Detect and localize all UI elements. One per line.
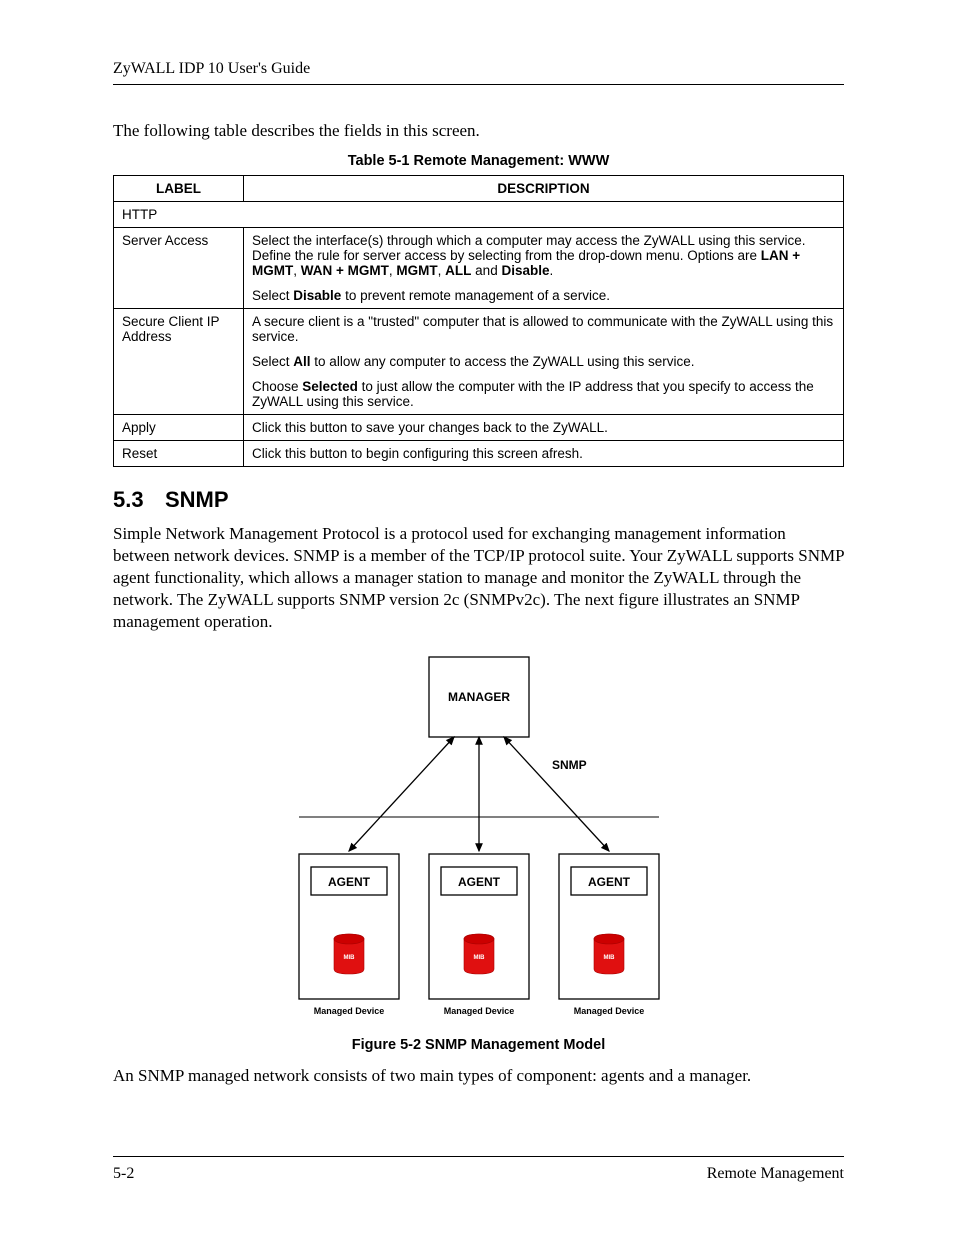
row-label: Apply: [114, 415, 244, 441]
page-footer: 5-2 Remote Management: [113, 1156, 844, 1183]
intro-paragraph: The following table describes the fields…: [113, 121, 844, 141]
table-row: Reset Click this button to begin configu…: [114, 441, 844, 467]
snmp-label: SNMP: [552, 758, 587, 772]
figure-caption: Figure 5-2 SNMP Management Model: [113, 1037, 844, 1053]
snmp-diagram: MANAGER SNMP AGENT MIB Managed Device: [289, 649, 669, 1029]
agent-group-1: AGENT MIB Managed Device: [299, 854, 399, 1016]
mib-label-1: MIB: [343, 955, 355, 961]
table-row: Server Access Select the interface(s) th…: [114, 228, 844, 309]
table-subheader-row: HTTP: [114, 202, 844, 228]
mib-label-2: MIB: [473, 955, 485, 961]
row-desc: A secure client is a "trusted" computer …: [244, 309, 844, 415]
manager-label: MANAGER: [448, 690, 510, 704]
row-desc: Click this button to begin configuring t…: [244, 441, 844, 467]
agent-group-2: AGENT MIB Managed Device: [429, 854, 529, 1016]
page-header-title: ZyWALL IDP 10 User's Guide: [113, 60, 844, 78]
agent-label-2: AGENT: [458, 875, 501, 889]
table-row: Secure Client IP Address A secure client…: [114, 309, 844, 415]
section-paragraph-1: Simple Network Management Protocol is a …: [113, 523, 844, 633]
section-number: 5.3: [113, 487, 165, 513]
row-desc: Select the interface(s) through which a …: [244, 228, 844, 309]
table-caption: Table 5-1 Remote Management: WWW: [113, 153, 844, 169]
footer-section-name: Remote Management: [707, 1165, 844, 1183]
th-description: DESCRIPTION: [244, 176, 844, 202]
th-label: LABEL: [114, 176, 244, 202]
agent-group-3: AGENT MIB Managed Device: [559, 854, 659, 1016]
table-subheader-cell: HTTP: [114, 202, 844, 228]
row-label: Secure Client IP Address: [114, 309, 244, 415]
row-label: Reset: [114, 441, 244, 467]
section-paragraph-2: An SNMP managed network consists of two …: [113, 1065, 844, 1087]
mib-label-3: MIB: [603, 955, 615, 961]
managed-device-label-1: Managed Device: [313, 1006, 384, 1016]
agent-label-1: AGENT: [328, 875, 371, 889]
section-title: SNMP: [165, 487, 229, 512]
header-rule: [113, 84, 844, 85]
footer-rule: [113, 1156, 844, 1157]
managed-device-label-3: Managed Device: [573, 1006, 644, 1016]
row-label: Server Access: [114, 228, 244, 309]
figure-snmp-model: MANAGER SNMP AGENT MIB Managed Device: [113, 649, 844, 1053]
agent-label-3: AGENT: [588, 875, 631, 889]
managed-device-label-2: Managed Device: [443, 1006, 514, 1016]
page-number: 5-2: [113, 1165, 134, 1183]
row-desc: Click this button to save your changes b…: [244, 415, 844, 441]
table-header-row: LABEL DESCRIPTION: [114, 176, 844, 202]
table-row: Apply Click this button to save your cha…: [114, 415, 844, 441]
remote-management-table: LABEL DESCRIPTION HTTP Server Access Sel…: [113, 175, 844, 467]
section-heading: 5.3SNMP: [113, 487, 844, 513]
